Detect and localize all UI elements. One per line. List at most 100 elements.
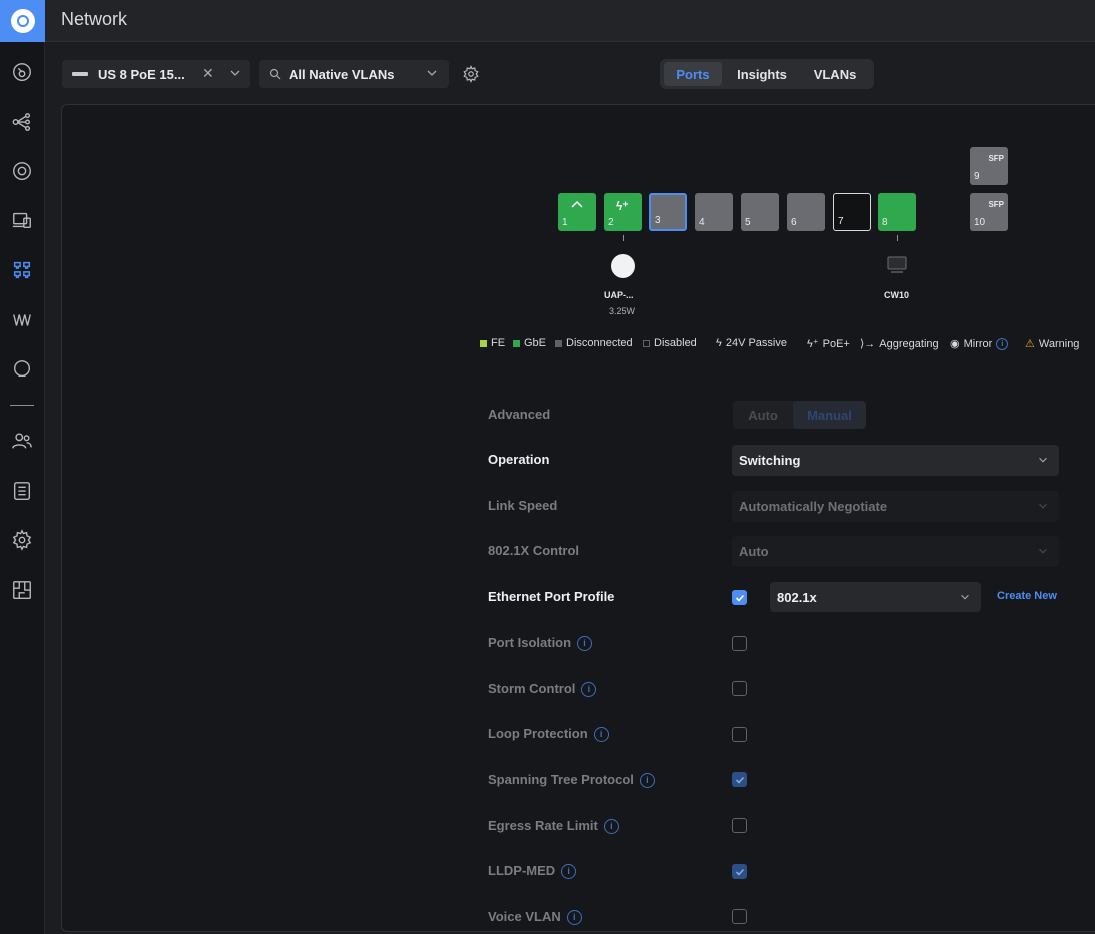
operation-label: Operation [488, 452, 550, 467]
sidebar-divider [10, 405, 34, 406]
voice-vlan-checkbox[interactable] [732, 909, 747, 924]
loop-protection-checkbox[interactable] [732, 727, 747, 742]
create-new-profile-link[interactable]: Create New [997, 590, 1057, 602]
operation-select[interactable]: Switching [732, 445, 1059, 476]
legend-24v-passive: ϟ 24V Passive [716, 337, 787, 349]
legend-disabled: Disabled [643, 337, 697, 349]
device-select[interactable]: US 8 PoE 15... ✕ [62, 60, 250, 88]
aggregate-icon: ⟩→ [860, 338, 876, 350]
legend-gbe: GbE [513, 337, 546, 349]
lldp-med-checkbox[interactable] [732, 864, 747, 879]
users-icon[interactable] [10, 429, 34, 453]
insights-icon[interactable] [10, 357, 34, 381]
client-devices-icon[interactable] [10, 208, 34, 232]
port-6[interactable]: 6 [787, 193, 825, 231]
port-isolation-label: Port Isolation i [488, 635, 593, 652]
loop-protection-label: Loop Protection i [488, 726, 609, 743]
device-select-value: US 8 PoE 15... [98, 66, 185, 82]
spanning-tree-checkbox[interactable] [732, 772, 747, 787]
ports-icon[interactable] [10, 258, 34, 282]
bolt-icon: ϟ [716, 337, 722, 349]
vlan-filter-select[interactable]: All Native VLANs [259, 60, 449, 88]
eye-icon: ◉ [950, 338, 960, 350]
egress-rate-limit-checkbox[interactable] [732, 818, 747, 833]
client-name-uap: UAP-... [604, 290, 634, 300]
egress-rate-limit-label: Egress Rate Limit i [488, 818, 619, 835]
uplink-icon [571, 200, 583, 208]
port-isolation-checkbox[interactable] [732, 636, 747, 651]
advanced-label: Advanced [488, 407, 551, 422]
chevron-down-icon [1039, 503, 1047, 509]
port-9-sfp[interactable]: SFP 9 [970, 147, 1008, 185]
chevron-down-icon [230, 70, 240, 76]
unifi-devices-icon[interactable] [10, 159, 34, 183]
app-logo[interactable] [0, 0, 45, 42]
link-speed-select[interactable]: Automatically Negotiate [732, 491, 1059, 522]
logs-icon[interactable] [10, 479, 34, 503]
clear-device-icon[interactable]: ✕ [202, 65, 214, 82]
chevron-down-icon [1039, 457, 1047, 463]
vlan-filter-value: All Native VLANs [289, 66, 395, 82]
view-tabs: Ports Insights VLANs [660, 59, 874, 89]
info-icon[interactable]: i [639, 773, 655, 789]
advanced-auto-option[interactable]: Auto [733, 401, 793, 429]
switch-device-icon [72, 72, 88, 76]
port-8[interactable]: 8 [878, 193, 916, 231]
dot1x-control-select[interactable]: Auto [732, 536, 1059, 567]
info-icon: i [996, 337, 1009, 350]
ethernet-port-profile-checkbox[interactable] [732, 590, 747, 605]
ethernet-port-profile-select[interactable]: 802.1x [770, 582, 981, 612]
port-1[interactable]: 1 [558, 193, 596, 231]
port-3[interactable]: 3 [649, 193, 687, 231]
port-10-sfp[interactable]: SFP 10 [970, 193, 1008, 231]
settings-icon[interactable] [10, 528, 34, 552]
bolt-plus-icon: ϟ⁺ [807, 338, 819, 350]
legend-fe: FE [480, 337, 505, 349]
link-speed-label: Link Speed [488, 498, 558, 513]
statistics-icon[interactable] [10, 308, 34, 332]
monitor-icon[interactable] [886, 256, 908, 274]
legend-warning: ⚠ Warning [1025, 337, 1080, 351]
dot1x-control-label: 802.1X Control [488, 543, 580, 558]
top-bar: Network [45, 0, 1095, 42]
legend-mirror: ◉ Mirror i [950, 337, 1009, 350]
client-name-cw10: CW10 [884, 290, 910, 300]
ubiquiti-logo-icon [10, 9, 35, 33]
app-root: Network US 8 PoE 15... ✕ All Native VLAN… [0, 0, 1095, 934]
storm-control-label: Storm Control i [488, 681, 597, 698]
innerspace-icon[interactable] [10, 578, 34, 602]
access-point-icon[interactable] [611, 254, 635, 278]
port-5[interactable]: 5 [741, 193, 779, 231]
lldp-med-label: LLDP-MED i [488, 863, 577, 880]
legend-aggregating: ⟩→ Aggregating [860, 337, 939, 351]
port-4[interactable]: 4 [695, 193, 733, 231]
tab-ports[interactable]: Ports [664, 62, 722, 86]
info-icon[interactable]: i [581, 682, 597, 698]
topology-icon[interactable] [10, 110, 34, 134]
port-2[interactable]: ϟ⁺ 2 [604, 193, 642, 231]
legend-disconnected: Disconnected [555, 337, 633, 349]
info-icon[interactable]: i [593, 727, 609, 743]
port-7[interactable]: 7 [833, 193, 871, 231]
gear-icon[interactable] [462, 65, 480, 83]
legend-poe-plus: ϟ⁺ PoE+ [807, 337, 850, 351]
chevron-down-icon [1039, 548, 1047, 554]
ethernet-port-profile-label: Ethernet Port Profile [488, 589, 615, 604]
sidebar [0, 0, 45, 934]
poe-plus-icon: ϟ⁺ [616, 199, 629, 213]
storm-control-checkbox[interactable] [732, 681, 747, 696]
tab-insights[interactable]: Insights [728, 62, 796, 86]
info-icon[interactable]: i [603, 819, 619, 835]
dashboard-icon[interactable] [10, 60, 34, 84]
port-8-link [897, 235, 898, 241]
advanced-manual-option[interactable]: Manual [793, 401, 866, 429]
info-icon[interactable]: i [566, 910, 582, 926]
advanced-mode-toggle: Auto Manual [733, 401, 866, 429]
voice-vlan-label: Voice VLAN i [488, 909, 582, 926]
info-icon[interactable]: i [577, 636, 593, 652]
chevron-down-icon [427, 70, 437, 76]
app-title: Network [61, 9, 128, 29]
info-icon[interactable]: i [561, 864, 577, 880]
spanning-tree-label: Spanning Tree Protocol i [488, 772, 655, 789]
tab-vlans[interactable]: VLANs [802, 62, 868, 86]
